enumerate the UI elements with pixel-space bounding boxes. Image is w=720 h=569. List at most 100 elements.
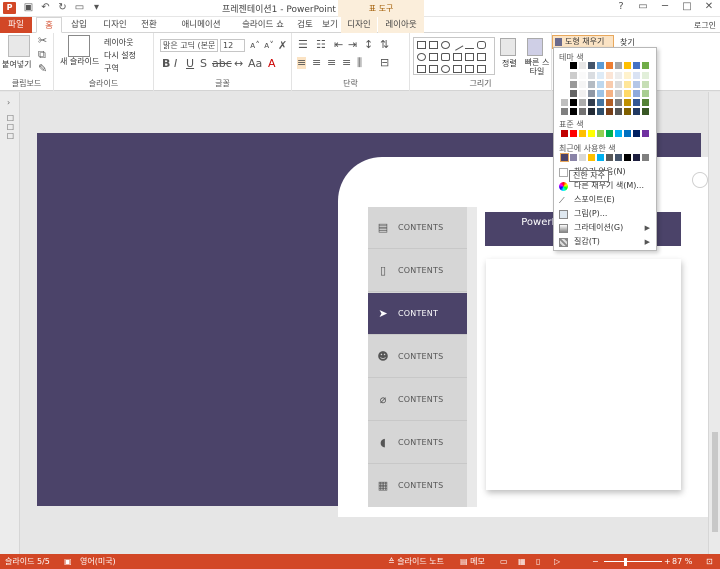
theme-color-swatch[interactable] [606,62,613,69]
spacing-icon[interactable]: ↔ [234,58,243,70]
quick-styles-button[interactable]: 빠른 스타일 [522,58,552,76]
recent-color-swatch[interactable] [588,154,595,161]
numbering-icon[interactable]: ☷ [316,39,326,51]
triangle-shape-icon[interactable] [477,53,486,61]
paste-button[interactable]: 붙여넣기 [2,59,31,70]
theme-color-swatch[interactable] [597,62,604,69]
standard-color-swatch[interactable] [606,130,613,137]
theme-color-swatch[interactable] [642,108,649,115]
proofing-icon[interactable]: ▣ [64,554,72,569]
theme-color-swatch[interactable] [570,81,577,88]
new-slide-icon[interactable] [68,35,90,57]
theme-color-swatch[interactable] [633,81,640,88]
circle-shape-icon[interactable] [417,53,426,61]
language-indicator[interactable]: 영어(미국) [80,554,116,569]
theme-color-swatch[interactable] [579,99,586,106]
standard-color-swatch[interactable] [597,130,604,137]
square-shape-icon[interactable] [429,53,438,61]
theme-color-swatch[interactable] [579,81,586,88]
font-size-select[interactable]: 12 [220,39,245,52]
theme-color-swatch[interactable] [570,99,577,106]
eyedropper-menu-item[interactable]: ⟋ 스포이트(E) [557,194,655,206]
theme-color-swatch[interactable] [606,99,613,106]
theme-color-swatch[interactable] [642,81,649,88]
zoom-slider[interactable] [604,561,662,562]
theme-color-swatch[interactable] [588,72,595,79]
scrollbar-thumb[interactable] [712,432,718,532]
new-slide-button[interactable]: 새 슬라이드 [60,56,99,67]
menu-item[interactable]: ◖ CONTENTS [368,422,467,464]
theme-color-swatch[interactable] [633,62,640,69]
arrange-icon[interactable] [500,38,516,56]
reset-button[interactable]: 다시 설정 [104,50,136,61]
vertical-scrollbar[interactable] [708,92,720,554]
picture-menu-item[interactable]: 그림(P)... [557,208,655,220]
increase-indent-icon[interactable]: ⇥ [348,39,357,51]
theme-color-swatch[interactable] [624,72,631,79]
freeform-shape-icon[interactable] [465,65,474,73]
theme-color-swatch[interactable] [597,90,604,97]
copy-icon[interactable]: ⧉ [38,49,46,61]
quick-styles-icon[interactable] [527,38,543,56]
standard-color-swatch[interactable] [579,130,586,137]
clear-format-icon[interactable]: ✗ [278,40,287,52]
theme-color-swatch[interactable] [570,72,577,79]
underline-icon[interactable]: U [186,58,194,70]
save-icon[interactable]: ▣ [22,1,35,14]
theme-color-swatch[interactable] [588,62,595,69]
theme-color-swatch[interactable] [642,62,649,69]
theme-color-swatch[interactable] [624,90,631,97]
texture-menu-item[interactable]: 질감(T) ▶ [557,236,655,248]
standard-color-swatch[interactable] [588,130,595,137]
theme-color-swatch[interactable] [615,62,622,69]
bold-icon[interactable]: B [162,58,170,70]
tab-table-design[interactable]: 디자인 [341,17,377,33]
chevron-shape-icon[interactable] [429,65,438,73]
theme-color-swatch[interactable] [588,81,595,88]
undo-icon[interactable]: ↶ [39,1,52,14]
font-color-icon[interactable]: A [268,58,276,70]
theme-color-swatch[interactable] [606,108,613,115]
menu-item[interactable]: ▦ CONTENTS [368,465,467,507]
theme-color-swatch[interactable] [633,90,640,97]
minimize-button[interactable]: ─ [654,0,676,14]
justify-icon[interactable]: ≡ [342,57,351,69]
connector-shape-icon[interactable] [453,53,462,61]
maximize-button[interactable]: □ [676,0,698,14]
content-card[interactable] [486,259,681,490]
tab-file[interactable]: 파일 [0,17,32,33]
recent-color-swatch[interactable] [560,153,569,162]
theme-color-swatch[interactable] [588,99,595,106]
strikethrough-icon[interactable]: abc [212,58,232,70]
theme-color-swatch[interactable] [624,62,631,69]
paste-icon[interactable] [8,35,30,57]
menu-item[interactable]: ▯ CONTENTS [368,250,467,292]
tab-home[interactable]: 홈 [36,17,62,33]
thumbnail-pane-collapsed[interactable]: › ☐☐☐ [0,92,20,554]
theme-color-swatch[interactable] [561,99,568,106]
recent-color-swatch[interactable] [633,154,640,161]
theme-color-swatch[interactable] [570,62,577,69]
bullets-icon[interactable]: ☰ [298,39,308,51]
theme-color-swatch[interactable] [633,99,640,106]
tab-design[interactable]: 디자인 [96,17,134,33]
recent-color-swatch[interactable] [606,154,613,161]
change-case-icon[interactable]: Aa [248,58,262,70]
theme-color-swatch[interactable] [579,108,586,115]
cut-icon[interactable]: ✂ [38,35,47,47]
arrow-right-shape-icon[interactable] [417,65,426,73]
layout-button[interactable]: 레이아웃 [104,37,133,48]
callout-shape-icon[interactable] [441,53,450,61]
theme-color-swatch[interactable] [615,108,622,115]
help-button[interactable]: ? [610,0,632,14]
shadow-icon[interactable]: S [200,58,207,70]
grow-font-icon[interactable]: ᴀ˄ [250,40,260,52]
tab-review[interactable]: 검토 [291,17,319,33]
zoom-slider-thumb[interactable] [624,558,627,566]
recent-color-swatch[interactable] [579,154,586,161]
slide-sorter-icon[interactable]: ▦ [518,554,526,569]
theme-color-swatch[interactable] [588,108,595,115]
shapes-gallery[interactable] [413,37,495,75]
standard-color-swatch[interactable] [642,130,649,137]
shrink-font-icon[interactable]: ᴀ˅ [264,40,274,52]
